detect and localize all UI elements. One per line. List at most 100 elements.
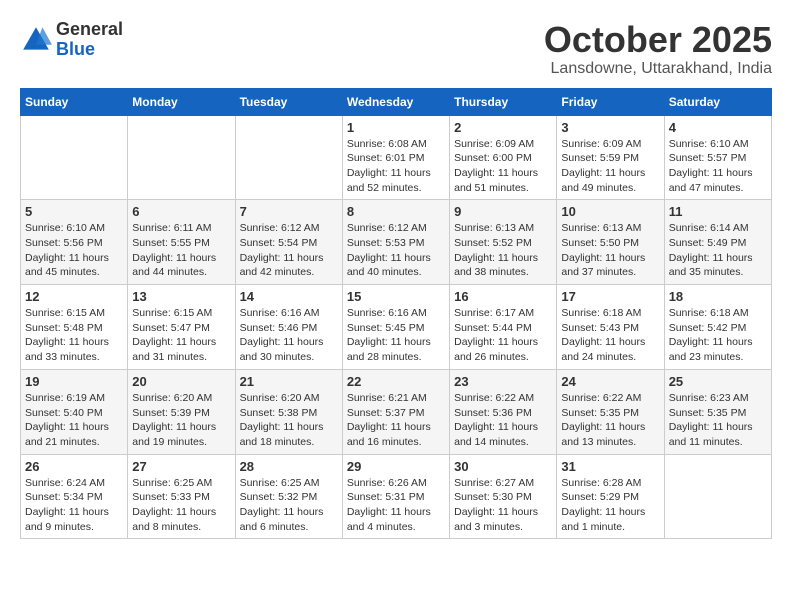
day-info: Sunrise: 6:19 AM Sunset: 5:40 PM Dayligh… [25, 391, 123, 450]
day-info: Sunrise: 6:26 AM Sunset: 5:31 PM Dayligh… [347, 476, 445, 535]
calendar-header-row: SundayMondayTuesdayWednesdayThursdayFrid… [21, 88, 772, 115]
day-number: 5 [25, 204, 123, 219]
day-info: Sunrise: 6:18 AM Sunset: 5:42 PM Dayligh… [669, 306, 767, 365]
calendar-cell: 25 Sunrise: 6:23 AM Sunset: 5:35 PM Dayli… [664, 369, 771, 454]
weekday-header: Saturday [664, 88, 771, 115]
day-number: 22 [347, 374, 445, 389]
day-info: Sunrise: 6:15 AM Sunset: 5:48 PM Dayligh… [25, 306, 123, 365]
day-info: Sunrise: 6:10 AM Sunset: 5:57 PM Dayligh… [669, 137, 767, 196]
calendar-cell [128, 115, 235, 200]
day-number: 26 [25, 459, 123, 474]
day-info: Sunrise: 6:17 AM Sunset: 5:44 PM Dayligh… [454, 306, 552, 365]
day-info: Sunrise: 6:28 AM Sunset: 5:29 PM Dayligh… [561, 476, 659, 535]
calendar-cell: 5 Sunrise: 6:10 AM Sunset: 5:56 PM Daylig… [21, 200, 128, 285]
day-info: Sunrise: 6:21 AM Sunset: 5:37 PM Dayligh… [347, 391, 445, 450]
day-info: Sunrise: 6:27 AM Sunset: 5:30 PM Dayligh… [454, 476, 552, 535]
day-number: 9 [454, 204, 552, 219]
calendar-cell [21, 115, 128, 200]
calendar-cell: 11Sunrise: 6:14 AM Sunset: 5:49 PM Dayli… [664, 200, 771, 285]
calendar-cell: 13Sunrise: 6:15 AM Sunset: 5:47 PM Dayli… [128, 285, 235, 370]
calendar-cell: 3 Sunrise: 6:09 AM Sunset: 5:59 PM Daylig… [557, 115, 664, 200]
day-info: Sunrise: 6:25 AM Sunset: 5:32 PM Dayligh… [240, 476, 338, 535]
day-info: Sunrise: 6:20 AM Sunset: 5:38 PM Dayligh… [240, 391, 338, 450]
day-number: 2 [454, 120, 552, 135]
month-title: October 2025 [544, 20, 772, 60]
weekday-header: Friday [557, 88, 664, 115]
calendar-table: SundayMondayTuesdayWednesdayThursdayFrid… [20, 88, 772, 540]
day-number: 6 [132, 204, 230, 219]
calendar-cell: 22 Sunrise: 6:21 AM Sunset: 5:37 PM Dayli… [342, 369, 449, 454]
calendar-cell: 20Sunrise: 6:20 AM Sunset: 5:39 PM Dayli… [128, 369, 235, 454]
day-number: 7 [240, 204, 338, 219]
day-number: 3 [561, 120, 659, 135]
day-info: Sunrise: 6:16 AM Sunset: 5:46 PM Dayligh… [240, 306, 338, 365]
day-info: Sunrise: 6:23 AM Sunset: 5:35 PM Dayligh… [669, 391, 767, 450]
day-number: 4 [669, 120, 767, 135]
calendar-cell: 1 Sunrise: 6:08 AM Sunset: 6:01 PM Daylig… [342, 115, 449, 200]
day-number: 21 [240, 374, 338, 389]
day-number: 1 [347, 120, 445, 135]
calendar-cell: 8Sunrise: 6:12 AM Sunset: 5:53 PM Daylig… [342, 200, 449, 285]
calendar-cell: 19Sunrise: 6:19 AM Sunset: 5:40 PM Dayli… [21, 369, 128, 454]
calendar-cell: 16Sunrise: 6:17 AM Sunset: 5:44 PM Dayli… [450, 285, 557, 370]
logo-text: General Blue [56, 20, 123, 60]
calendar-cell: 9 Sunrise: 6:13 AM Sunset: 5:52 PM Daylig… [450, 200, 557, 285]
calendar-cell: 31Sunrise: 6:28 AM Sunset: 5:29 PM Dayli… [557, 454, 664, 539]
weekday-header: Sunday [21, 88, 128, 115]
day-number: 18 [669, 289, 767, 304]
day-number: 14 [240, 289, 338, 304]
day-info: Sunrise: 6:13 AM Sunset: 5:52 PM Dayligh… [454, 221, 552, 280]
day-number: 28 [240, 459, 338, 474]
weekday-header: Monday [128, 88, 235, 115]
logo: General Blue [20, 20, 123, 60]
day-info: Sunrise: 6:10 AM Sunset: 5:56 PM Dayligh… [25, 221, 123, 280]
calendar-cell: 17Sunrise: 6:18 AM Sunset: 5:43 PM Dayli… [557, 285, 664, 370]
calendar-cell: 23 Sunrise: 6:22 AM Sunset: 5:36 PM Dayli… [450, 369, 557, 454]
calendar-cell [664, 454, 771, 539]
calendar-cell: 30 Sunrise: 6:27 AM Sunset: 5:30 PM Dayli… [450, 454, 557, 539]
day-number: 11 [669, 204, 767, 219]
day-info: Sunrise: 6:11 AM Sunset: 5:55 PM Dayligh… [132, 221, 230, 280]
day-info: Sunrise: 6:08 AM Sunset: 6:01 PM Dayligh… [347, 137, 445, 196]
day-info: Sunrise: 6:12 AM Sunset: 5:54 PM Dayligh… [240, 221, 338, 280]
day-info: Sunrise: 6:13 AM Sunset: 5:50 PM Dayligh… [561, 221, 659, 280]
calendar-week-row: 5 Sunrise: 6:10 AM Sunset: 5:56 PM Daylig… [21, 200, 772, 285]
day-info: Sunrise: 6:09 AM Sunset: 6:00 PM Dayligh… [454, 137, 552, 196]
day-info: Sunrise: 6:25 AM Sunset: 5:33 PM Dayligh… [132, 476, 230, 535]
day-info: Sunrise: 6:09 AM Sunset: 5:59 PM Dayligh… [561, 137, 659, 196]
calendar-week-row: 1 Sunrise: 6:08 AM Sunset: 6:01 PM Daylig… [21, 115, 772, 200]
calendar-week-row: 26Sunrise: 6:24 AM Sunset: 5:34 PM Dayli… [21, 454, 772, 539]
calendar-cell: 18 Sunrise: 6:18 AM Sunset: 5:42 PM Dayli… [664, 285, 771, 370]
day-number: 25 [669, 374, 767, 389]
calendar-cell: 27 Sunrise: 6:25 AM Sunset: 5:33 PM Dayli… [128, 454, 235, 539]
day-number: 20 [132, 374, 230, 389]
page-header: General Blue October 2025 Lansdowne, Utt… [20, 20, 772, 78]
day-number: 30 [454, 459, 552, 474]
day-number: 29 [347, 459, 445, 474]
calendar-cell: 12 Sunrise: 6:15 AM Sunset: 5:48 PM Dayli… [21, 285, 128, 370]
day-number: 23 [454, 374, 552, 389]
logo-icon [20, 24, 52, 56]
day-number: 13 [132, 289, 230, 304]
day-info: Sunrise: 6:22 AM Sunset: 5:35 PM Dayligh… [561, 391, 659, 450]
title-block: October 2025 Lansdowne, Uttarakhand, Ind… [544, 20, 772, 78]
day-info: Sunrise: 6:12 AM Sunset: 5:53 PM Dayligh… [347, 221, 445, 280]
calendar-week-row: 19Sunrise: 6:19 AM Sunset: 5:40 PM Dayli… [21, 369, 772, 454]
calendar-cell: 7 Sunrise: 6:12 AM Sunset: 5:54 PM Daylig… [235, 200, 342, 285]
calendar-cell: 26Sunrise: 6:24 AM Sunset: 5:34 PM Dayli… [21, 454, 128, 539]
day-number: 27 [132, 459, 230, 474]
calendar-cell: 6 Sunrise: 6:11 AM Sunset: 5:55 PM Daylig… [128, 200, 235, 285]
location: Lansdowne, Uttarakhand, India [544, 60, 772, 78]
weekday-header: Tuesday [235, 88, 342, 115]
calendar-cell: 21 Sunrise: 6:20 AM Sunset: 5:38 PM Dayli… [235, 369, 342, 454]
day-info: Sunrise: 6:22 AM Sunset: 5:36 PM Dayligh… [454, 391, 552, 450]
day-number: 15 [347, 289, 445, 304]
calendar-cell: 29 Sunrise: 6:26 AM Sunset: 5:31 PM Dayli… [342, 454, 449, 539]
calendar-cell: 10Sunrise: 6:13 AM Sunset: 5:50 PM Dayli… [557, 200, 664, 285]
logo-blue-text: Blue [56, 40, 123, 60]
calendar-cell: 15Sunrise: 6:16 AM Sunset: 5:45 PM Dayli… [342, 285, 449, 370]
logo-general-text: General [56, 20, 123, 40]
calendar-cell: 4 Sunrise: 6:10 AM Sunset: 5:57 PM Daylig… [664, 115, 771, 200]
day-number: 12 [25, 289, 123, 304]
weekday-header: Wednesday [342, 88, 449, 115]
